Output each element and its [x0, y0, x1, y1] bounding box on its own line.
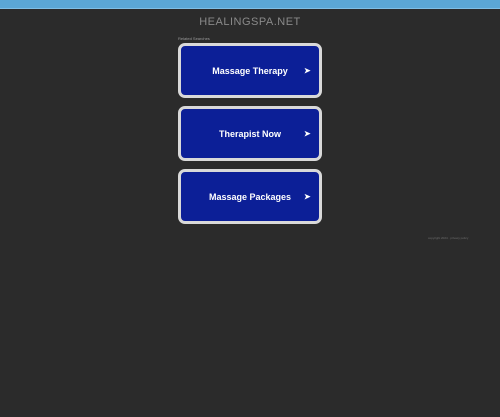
related-links-list: Massage Therapy ➤ Therapist Now ➤ Massag…	[178, 43, 322, 232]
link-label: Massage Packages	[208, 191, 292, 202]
massage-packages-button[interactable]: Massage Packages ➤	[178, 169, 322, 224]
therapist-now-button[interactable]: Therapist Now ➤	[178, 106, 322, 161]
footer-copyright: copyright 2024 · privacy policy	[428, 236, 469, 240]
massage-therapy-button[interactable]: Massage Therapy ➤	[178, 43, 322, 98]
browser-top-bar	[0, 0, 500, 9]
arrow-right-icon: ➤	[303, 65, 311, 75]
related-searches-label: Related Searches	[178, 36, 210, 41]
site-title: HEALINGSPA.NET	[199, 16, 301, 28]
link-label: Massage Therapy	[212, 65, 288, 76]
link-label: Therapist Now	[218, 128, 281, 139]
arrow-right-icon: ➤	[303, 128, 311, 138]
arrow-right-icon: ➤	[303, 191, 311, 201]
